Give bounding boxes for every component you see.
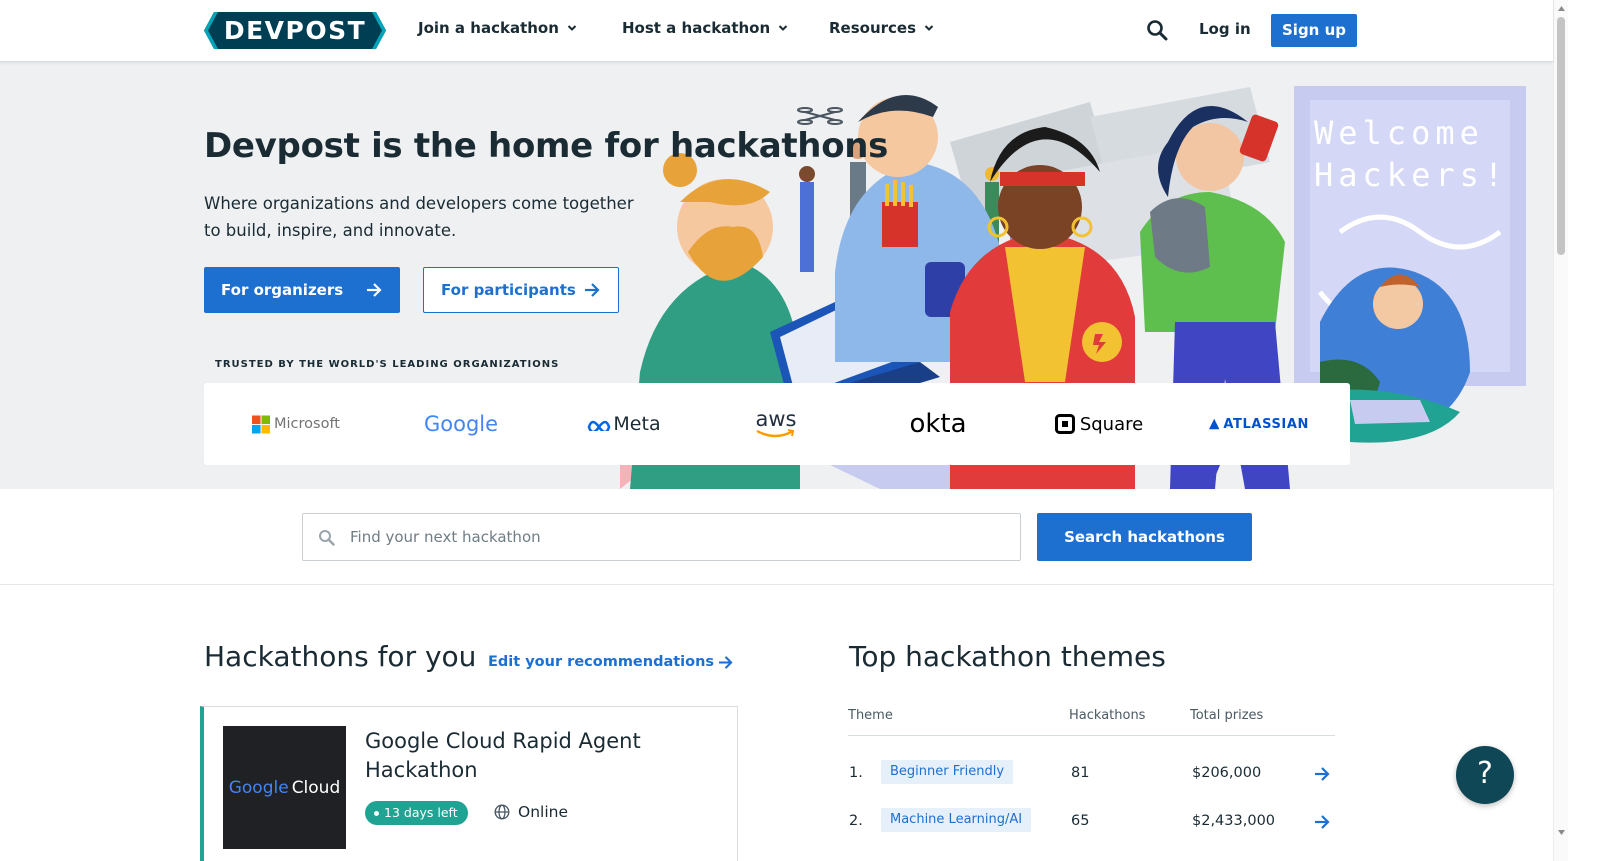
chevron-down-icon [778, 25, 788, 31]
scroll-down-arrow-icon[interactable] [1557, 828, 1566, 837]
theme-row[interactable]: 2. Machine Learning/AI 65 $2,433,000 [848, 808, 1335, 838]
aws-logo: aws [744, 383, 808, 465]
square-logo: Square [1054, 383, 1144, 465]
theme-total-prizes: $2,433,000 [1192, 813, 1276, 829]
status-dot [374, 810, 379, 816]
microsoft-logo: Microsoft [252, 383, 340, 465]
scrollbar-thumb[interactable] [1557, 17, 1565, 255]
for-participants-button[interactable]: For participants [423, 267, 619, 313]
hero-title: Devpost is the home for hackathons [204, 126, 889, 166]
arrow-right-icon[interactable] [1314, 814, 1330, 830]
microsoft-text: Microsoft [274, 416, 340, 432]
edit-recommendations-link[interactable]: Edit your recommendations [488, 654, 733, 670]
nav-join-hackathon[interactable]: Join a hackathon [418, 19, 577, 37]
nav-resources-label: Resources [829, 19, 917, 37]
arrow-right-icon [585, 283, 600, 297]
help-button[interactable]: ? [1456, 746, 1514, 804]
for-organizers-label: For organizers [221, 281, 344, 299]
theme-hackathon-count: 65 [1071, 813, 1090, 829]
logo-text: DEVPOST [223, 16, 367, 45]
atlassian-logo: ATLASSIAN [1209, 383, 1309, 465]
okta-text: okta [909, 409, 967, 439]
nav-resources[interactable]: Resources [829, 19, 934, 37]
for-organizers-button[interactable]: For organizers [204, 267, 400, 313]
okta-logo: okta [894, 383, 982, 465]
nav-host-hackathon[interactable]: Host a hackathon [622, 19, 788, 37]
chevron-down-icon [567, 25, 577, 31]
trusted-by-label: TRUSTED BY THE WORLD'S LEADING ORGANIZAT… [215, 359, 560, 370]
table-divider [848, 735, 1335, 736]
arrow-right-icon[interactable] [1314, 766, 1330, 782]
search-hackathons-button[interactable]: Search hackathons [1037, 513, 1252, 561]
search-icon[interactable] [1146, 19, 1168, 41]
atlassian-text: ATLASSIAN [1223, 416, 1309, 432]
theme-rank: 2. [849, 813, 863, 829]
devpost-logo[interactable]: DEVPOST [204, 12, 386, 49]
partner-logos: Microsoft Google Meta aws okta Square AT… [204, 383, 1350, 465]
meta-infinity-icon [588, 420, 611, 431]
theme-hackathon-count: 81 [1071, 765, 1090, 781]
aws-smile-icon [756, 429, 795, 438]
page-scrollbar[interactable] [1553, 0, 1568, 861]
theme-rank: 1. [849, 765, 863, 781]
theme-row[interactable]: 1. Beginner Friendly 81 $206,000 [848, 760, 1335, 790]
hackathon-thumbnail: Google Cloud [223, 726, 346, 849]
hero-section: Welcome Hackers! Devpost is the home for… [0, 62, 1553, 489]
theme-tag[interactable]: Beginner Friendly [881, 760, 1014, 784]
arrow-right-icon [719, 655, 733, 669]
hackathon-card[interactable]: Google Cloud Google Cloud Rapid Agent Hac… [200, 706, 738, 861]
signup-button[interactable]: Sign up [1271, 14, 1357, 47]
banner-text-welcome: Welcome [1314, 114, 1484, 152]
for-participants-label: For participants [441, 281, 576, 299]
location-info: Online [494, 803, 568, 821]
time-left-badge: 13 days left [365, 801, 468, 825]
column-header-prizes: Total prizes [1190, 708, 1264, 723]
square-icon [1054, 414, 1075, 434]
theme-tag[interactable]: Machine Learning/AI [881, 808, 1032, 832]
time-left-text: 13 days left [384, 805, 458, 820]
search-input[interactable] [350, 514, 1010, 560]
banner-text-hackers: Hackers! [1314, 156, 1508, 194]
nav-join-label: Join a hackathon [418, 19, 559, 37]
nav-host-label: Host a hackathon [622, 19, 771, 37]
hackathons-for-you-title: Hackathons for you [204, 640, 477, 673]
column-header-hackathons: Hackathons [1069, 708, 1146, 723]
atlassian-triangle-icon [1209, 418, 1220, 430]
google-text: Google [423, 412, 499, 436]
column-header-theme: Theme [848, 708, 893, 723]
search-field[interactable] [302, 513, 1021, 561]
theme-total-prizes: $206,000 [1192, 765, 1262, 781]
location-text: Online [518, 803, 568, 821]
arrow-right-icon [367, 283, 382, 297]
google-logo: Google [417, 383, 505, 465]
hackathon-name: Google Cloud Rapid Agent Hackathon [365, 729, 641, 782]
scroll-up-arrow-icon[interactable] [1557, 4, 1566, 13]
square-text: Square [1079, 413, 1144, 435]
edit-recommendations-label: Edit your recommendations [488, 654, 715, 670]
meta-text: Meta [613, 413, 661, 435]
search-section: Search hackathons [0, 489, 1553, 585]
login-link[interactable]: Log in [1199, 20, 1251, 38]
site-header: DEVPOST Join a hackathon Host a hackatho… [0, 0, 1553, 62]
thumb-google-text: Google Cloud [228, 777, 341, 798]
globe-icon [494, 804, 510, 820]
microsoft-squares-icon [252, 415, 270, 433]
meta-logo: Meta [579, 383, 669, 465]
search-icon [319, 530, 335, 546]
top-themes-title: Top hackathon themes [849, 640, 1166, 673]
hero-subtitle: Where organizations and developers come … [204, 194, 634, 240]
aws-text: aws [755, 407, 797, 431]
chevron-down-icon [924, 25, 934, 31]
